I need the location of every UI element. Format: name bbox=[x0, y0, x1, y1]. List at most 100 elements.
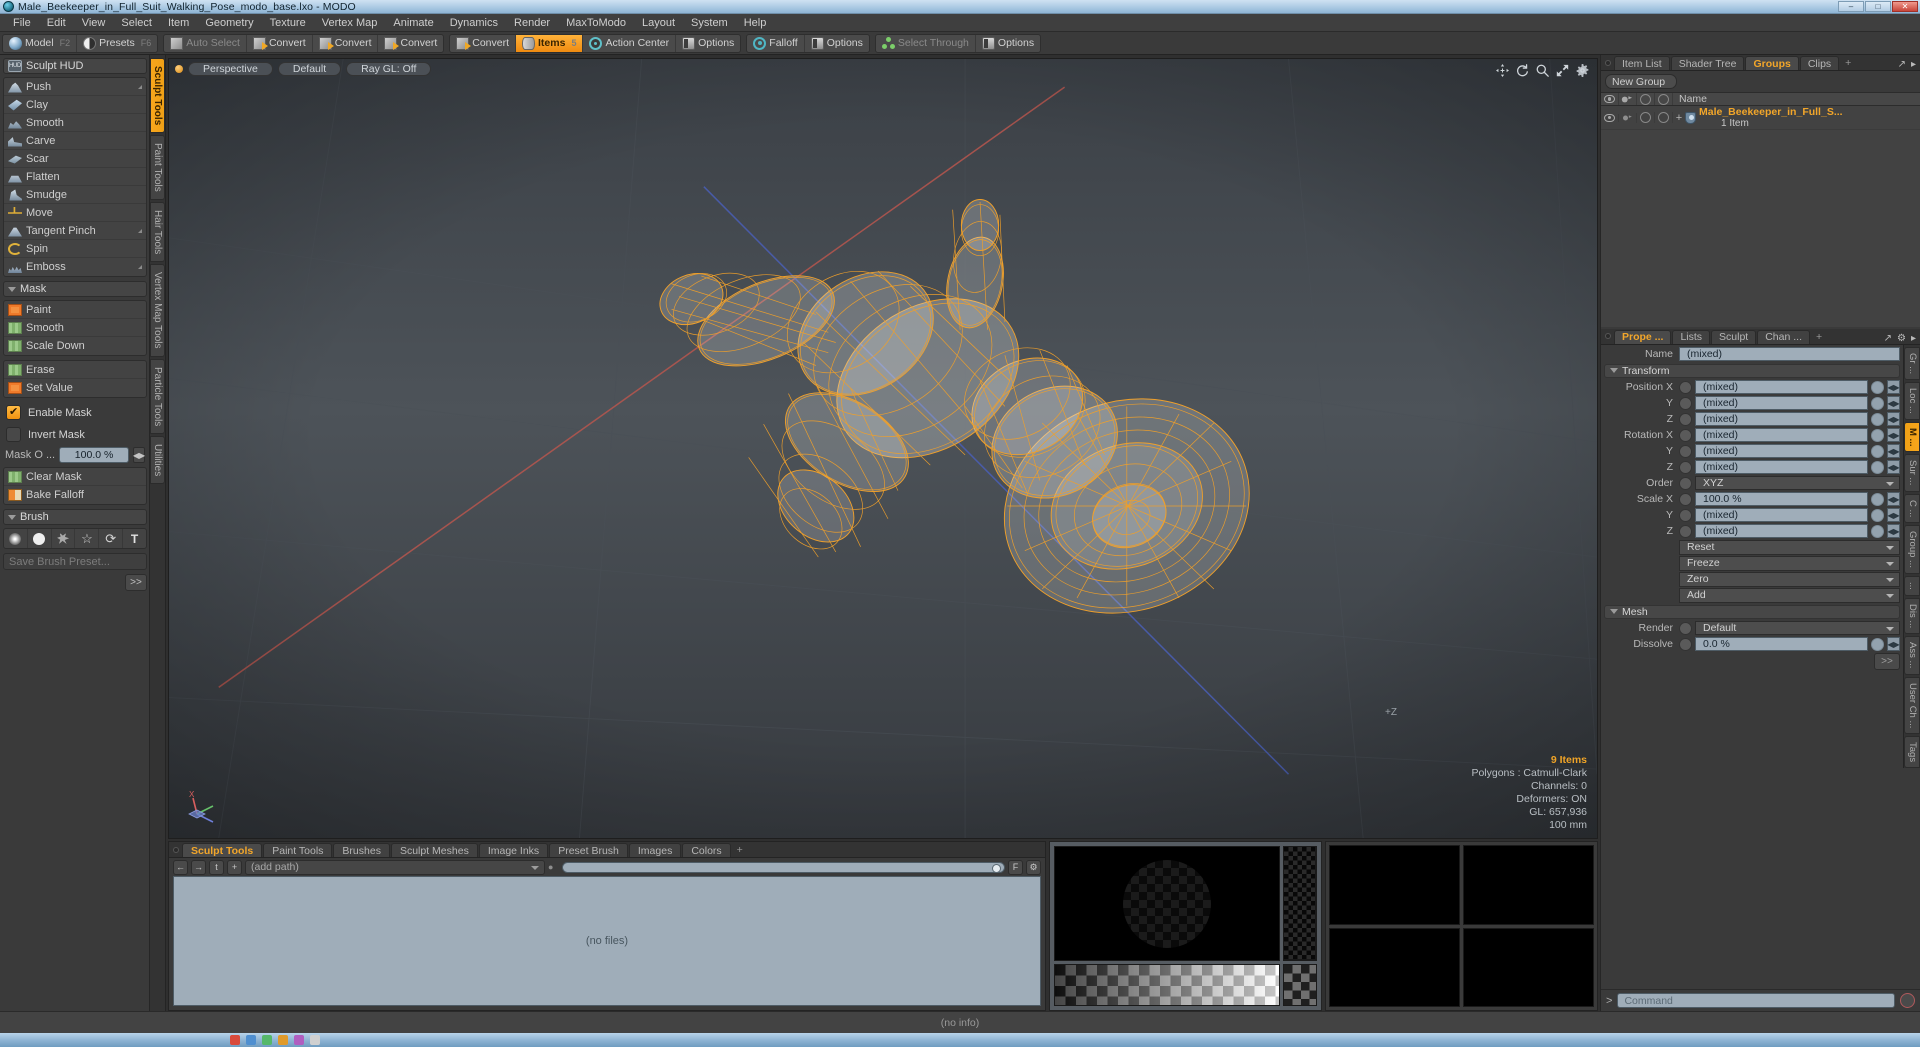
menu-item-item[interactable]: Item bbox=[160, 14, 197, 32]
menu-item-geometry[interactable]: Geometry bbox=[197, 14, 261, 32]
property-stepper[interactable]: ◀▶ bbox=[1887, 492, 1900, 507]
forward-arrow-icon[interactable]: → bbox=[191, 859, 206, 875]
visibility-toggle[interactable] bbox=[1601, 113, 1619, 122]
toolbar-button-convert[interactable]: Convert bbox=[378, 35, 443, 52]
tool-row-clay[interactable]: Clay bbox=[4, 96, 146, 114]
submenu-corner-icon[interactable] bbox=[138, 228, 142, 233]
toolbar-button-options[interactable]: Options bbox=[976, 35, 1040, 52]
star-brush-icon[interactable]: ☆ bbox=[75, 529, 100, 548]
tool-row-smooth[interactable]: Smooth bbox=[4, 114, 146, 132]
image-ink-panel[interactable] bbox=[1325, 841, 1598, 1011]
thumbnail-size-slider[interactable] bbox=[562, 861, 1005, 873]
property-ghost-dot[interactable] bbox=[1871, 412, 1884, 426]
toolbar-button-convert[interactable]: Convert bbox=[450, 34, 517, 52]
property-channel-dot[interactable] bbox=[1679, 492, 1692, 506]
viewport-projection-button[interactable]: Perspective bbox=[188, 62, 273, 76]
maximize-button[interactable]: □ bbox=[1865, 1, 1891, 12]
property-value-input[interactable]: (mixed) bbox=[1695, 412, 1868, 427]
transform-section-header[interactable]: Transform bbox=[1604, 363, 1900, 378]
filter-icon[interactable]: F bbox=[1008, 859, 1023, 875]
menu-item-maxtomodo[interactable]: MaxToModo bbox=[558, 14, 634, 32]
back-arrow-icon[interactable]: ← bbox=[173, 859, 188, 875]
right-side-tab-7[interactable]: Dis ... bbox=[1904, 597, 1920, 635]
chevron-right-icon[interactable]: ▸ bbox=[1911, 333, 1916, 344]
mask-opacity-input[interactable]: 100.0 % bbox=[59, 447, 129, 463]
taskbar-app-1-icon[interactable] bbox=[230, 1035, 240, 1045]
prop-add-tab-button[interactable]: + bbox=[1811, 330, 1827, 344]
property-channel-dot[interactable] bbox=[1679, 524, 1692, 538]
vtab-hair-tools[interactable]: Hair Tools bbox=[150, 202, 165, 263]
property-stepper[interactable]: ◀▶ bbox=[1887, 428, 1900, 443]
property-value-input[interactable]: (mixed) bbox=[1695, 508, 1868, 523]
taskbar-app-6-icon[interactable] bbox=[310, 1035, 320, 1045]
right-side-tab-1[interactable]: Loc ... bbox=[1904, 381, 1920, 420]
menu-item-dynamics[interactable]: Dynamics bbox=[442, 14, 506, 32]
chevron-right-icon[interactable]: ▸ bbox=[1911, 59, 1916, 70]
right-tab-clips[interactable]: Clips bbox=[1799, 56, 1840, 70]
property-ghost-dot[interactable] bbox=[1871, 460, 1884, 474]
property-value-input[interactable]: (mixed) bbox=[1695, 428, 1868, 443]
menu-item-layout[interactable]: Layout bbox=[634, 14, 683, 32]
property-channel-dot[interactable] bbox=[1679, 460, 1692, 474]
toolbar-button-action-center[interactable]: Action Center bbox=[583, 34, 677, 52]
property-ghost-dot[interactable] bbox=[1871, 380, 1884, 394]
expand-icon[interactable]: ↗ bbox=[1884, 333, 1892, 344]
property-channel-dot[interactable] bbox=[1679, 476, 1692, 490]
vtab-vertex-map-tools[interactable]: Vertex Map Tools bbox=[150, 264, 165, 357]
toolbar-button-options[interactable]: Options bbox=[805, 35, 869, 52]
property-ghost-dot[interactable] bbox=[1871, 492, 1884, 506]
property-ghost-dot[interactable] bbox=[1871, 396, 1884, 410]
path-dropdown[interactable]: (add path) bbox=[245, 859, 545, 875]
enable-mask-checkbox[interactable] bbox=[6, 405, 21, 420]
right-side-tab-10[interactable]: Tags bbox=[1904, 736, 1920, 769]
expander-icon[interactable]: + bbox=[1673, 112, 1685, 124]
tool-row-scar[interactable]: Scar bbox=[4, 150, 146, 168]
property-stepper[interactable]: ◀▶ bbox=[1887, 524, 1900, 539]
property-channel-dot[interactable] bbox=[1679, 412, 1692, 426]
transform-action-add[interactable]: Add bbox=[1679, 587, 1900, 603]
bottom-tab-colors[interactable]: Colors bbox=[682, 843, 731, 857]
soft-brush-icon[interactable] bbox=[4, 529, 28, 548]
select-toggle[interactable] bbox=[1655, 112, 1673, 123]
right-side-tab-9[interactable]: User Ch ... bbox=[1904, 676, 1920, 735]
property-value-input[interactable]: (mixed) bbox=[1695, 460, 1868, 475]
bottom-tab-preset-brush[interactable]: Preset Brush bbox=[549, 843, 628, 857]
mask-section-header[interactable]: Mask bbox=[3, 281, 147, 297]
tool-row-set-value[interactable]: Set Value bbox=[4, 379, 146, 397]
property-stepper[interactable]: ◀▶ bbox=[1887, 380, 1900, 395]
property-channel-dot[interactable] bbox=[1679, 396, 1692, 410]
toolbar-button-model[interactable]: Model F2 bbox=[3, 34, 78, 52]
property-value-input[interactable]: 100.0 % bbox=[1695, 492, 1868, 507]
lock-toggle[interactable] bbox=[1637, 112, 1655, 123]
tool-row-scale-down[interactable]: Scale Down bbox=[4, 337, 146, 355]
property-stepper[interactable]: ◀▶ bbox=[1887, 508, 1900, 523]
prop-tab-1[interactable]: Lists bbox=[1672, 329, 1711, 344]
menu-item-render[interactable]: Render bbox=[506, 14, 558, 32]
curve-brush-icon[interactable]: ⟳ bbox=[99, 529, 124, 548]
property-stepper[interactable]: ◀▶ bbox=[1887, 444, 1900, 459]
viewport-raygl-button[interactable]: Ray GL: Off bbox=[346, 62, 432, 76]
transform-action-reset[interactable]: Reset bbox=[1679, 539, 1900, 555]
vtab-paint-tools[interactable]: Paint Tools bbox=[150, 135, 165, 201]
taskbar-app-2-icon[interactable] bbox=[246, 1035, 256, 1045]
property-ghost-dot[interactable] bbox=[1871, 428, 1884, 442]
right-tab-shader-tree[interactable]: Shader Tree bbox=[1670, 56, 1745, 70]
left-panel-more-button[interactable]: >> bbox=[125, 574, 147, 591]
pan-icon[interactable] bbox=[1496, 64, 1509, 77]
viewport-3d[interactable]: Perspective Default Ray GL: Off X +Z 9 I… bbox=[168, 58, 1598, 839]
right-side-tab-2[interactable]: M ... bbox=[1904, 421, 1920, 453]
group-list[interactable]: + Male_Beekeeper_in_Full_S... 1 Item bbox=[1601, 106, 1920, 327]
brush-preview-panel[interactable] bbox=[1049, 841, 1322, 1011]
prop-tab-2[interactable]: Sculpt bbox=[1711, 329, 1757, 344]
menu-item-view[interactable]: View bbox=[74, 14, 114, 32]
bottom-add-tab-button[interactable]: + bbox=[732, 843, 748, 857]
bottom-tab-sculpt-tools[interactable]: Sculpt Tools bbox=[182, 843, 263, 857]
property-channel-dot[interactable] bbox=[1679, 428, 1692, 442]
property-channel-dot[interactable] bbox=[1679, 508, 1692, 522]
fit-icon[interactable] bbox=[1556, 64, 1569, 77]
toolbar-button-items[interactable]: Items 5 bbox=[516, 34, 584, 52]
submenu-corner-icon[interactable] bbox=[138, 84, 142, 89]
tool-row-paint[interactable]: Paint bbox=[4, 301, 146, 319]
text-brush-icon[interactable]: T bbox=[123, 529, 146, 548]
gear-icon[interactable] bbox=[1576, 64, 1589, 77]
